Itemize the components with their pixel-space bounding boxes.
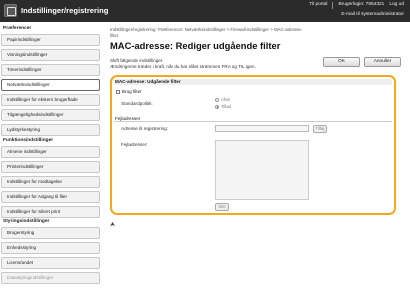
email-admin-link[interactable]: E-mail til systemadministrator xyxy=(341,12,404,17)
radio-dot[interactable] xyxy=(215,97,219,102)
sidebar: Præferencer Papirindstillinger Visningsi… xyxy=(0,24,101,290)
sidebar-item-common-settings[interactable]: Almene indstillinger xyxy=(1,146,100,158)
instruction-line: Ændringerne træder i kraft, når du har s… xyxy=(110,63,256,69)
exception-addresses-label: Fejladresser: xyxy=(121,142,148,147)
sidebar-item-file-access[interactable]: Indstillinger for Adgang til filer xyxy=(1,191,100,203)
sidebar-item-user-management[interactable]: Brugerstyring xyxy=(1,227,100,239)
delete-button[interactable]: Slet xyxy=(215,203,229,211)
sidebar-item-printer-settings[interactable]: Printerindstillinger xyxy=(1,161,100,173)
exception-address-list[interactable] xyxy=(215,140,309,200)
cancel-button[interactable]: Annuller xyxy=(364,57,401,67)
sidebar-item-receive-settings[interactable]: Indstillinger for modtagelse xyxy=(1,176,100,188)
sidebar-item-data-management[interactable]: Datastyringindstillinger xyxy=(1,272,100,284)
policy-reject-label: Afvis xyxy=(221,97,231,102)
default-policy-label: Standardpolitik: xyxy=(121,101,153,106)
top-bar: Indstillinger/registrering Til portal Br… xyxy=(0,0,410,22)
app-logo-icon xyxy=(4,4,17,17)
outbound-filter-panel: MAC-adresse: Udgående filter Brug filter… xyxy=(110,75,396,215)
policy-reject-radio[interactable]: Afvis xyxy=(215,97,230,102)
page-title: MAC-adresse: Rediger udgående filter xyxy=(110,40,281,51)
separator xyxy=(332,2,334,9)
use-filter-label: Brug filter xyxy=(122,89,142,94)
sidebar-item-secure-print[interactable]: Indstillinger for Sikret print xyxy=(1,206,100,218)
top-links: Til portal Brugerlogin: 7654321 Log ud xyxy=(309,2,404,9)
address-input[interactable] xyxy=(215,125,309,132)
sidebar-item-network-settings[interactable]: Netværksindstillinger xyxy=(1,79,100,91)
up-arrow-icon[interactable]: ⮝ xyxy=(110,222,115,229)
sidebar-item-external-interface[interactable]: Indstillinger for ekstern brugerflade xyxy=(1,94,100,106)
to-portal-link[interactable]: Til portal xyxy=(309,2,327,9)
sidebar-item-display-settings[interactable]: Visningsindstillinger xyxy=(1,49,100,61)
sidebar-item-device-management[interactable]: Enhedsstyring xyxy=(1,242,100,254)
app-title: Indstillinger/registrering xyxy=(21,6,109,15)
checkbox-box[interactable] xyxy=(116,89,120,94)
sidebar-item-accessibility[interactable]: Tilgængelighedsindstillinger xyxy=(1,109,100,121)
policy-allow-radio[interactable]: Tillad xyxy=(215,104,231,109)
address-to-register-label: Adresse til registrering: xyxy=(121,126,168,131)
breadcrumb-line: filter xyxy=(110,32,119,38)
ok-button[interactable]: OK xyxy=(323,57,360,67)
user-login-label: Brugerlogin: 7654321 xyxy=(338,2,385,7)
breadcrumb: Indstillinger/registrering: Præferencer:… xyxy=(110,27,406,38)
exception-addresses-heading: Fejladresser xyxy=(114,116,392,122)
policy-allow-label: Tillad xyxy=(221,104,231,109)
use-filter-checkbox[interactable]: Brug filter xyxy=(116,89,142,94)
sidebar-item-paper-settings[interactable]: Papirindstillinger xyxy=(1,34,100,46)
panel-heading: MAC-adresse: Udgående filter xyxy=(114,79,392,85)
sidebar-item-timer-settings[interactable]: Timerindstillinger xyxy=(1,64,100,76)
add-button[interactable]: Tilføj xyxy=(313,124,327,133)
sidebar-section-preferences: Præferencer xyxy=(3,26,32,31)
sidebar-section-function-settings: Funktionsindstillinger xyxy=(3,138,54,143)
logout-link[interactable]: Log ud xyxy=(389,2,404,9)
instructions: Skift følgende indstillinger. Ændringern… xyxy=(110,58,256,69)
sidebar-item-volume-control[interactable]: Lydstyrkestyring xyxy=(1,124,100,136)
sidebar-item-license-other[interactable]: Licens/andet xyxy=(1,257,100,269)
radio-dot-selected[interactable] xyxy=(215,104,219,109)
sidebar-section-management: Styringsindstillinger xyxy=(3,219,50,224)
